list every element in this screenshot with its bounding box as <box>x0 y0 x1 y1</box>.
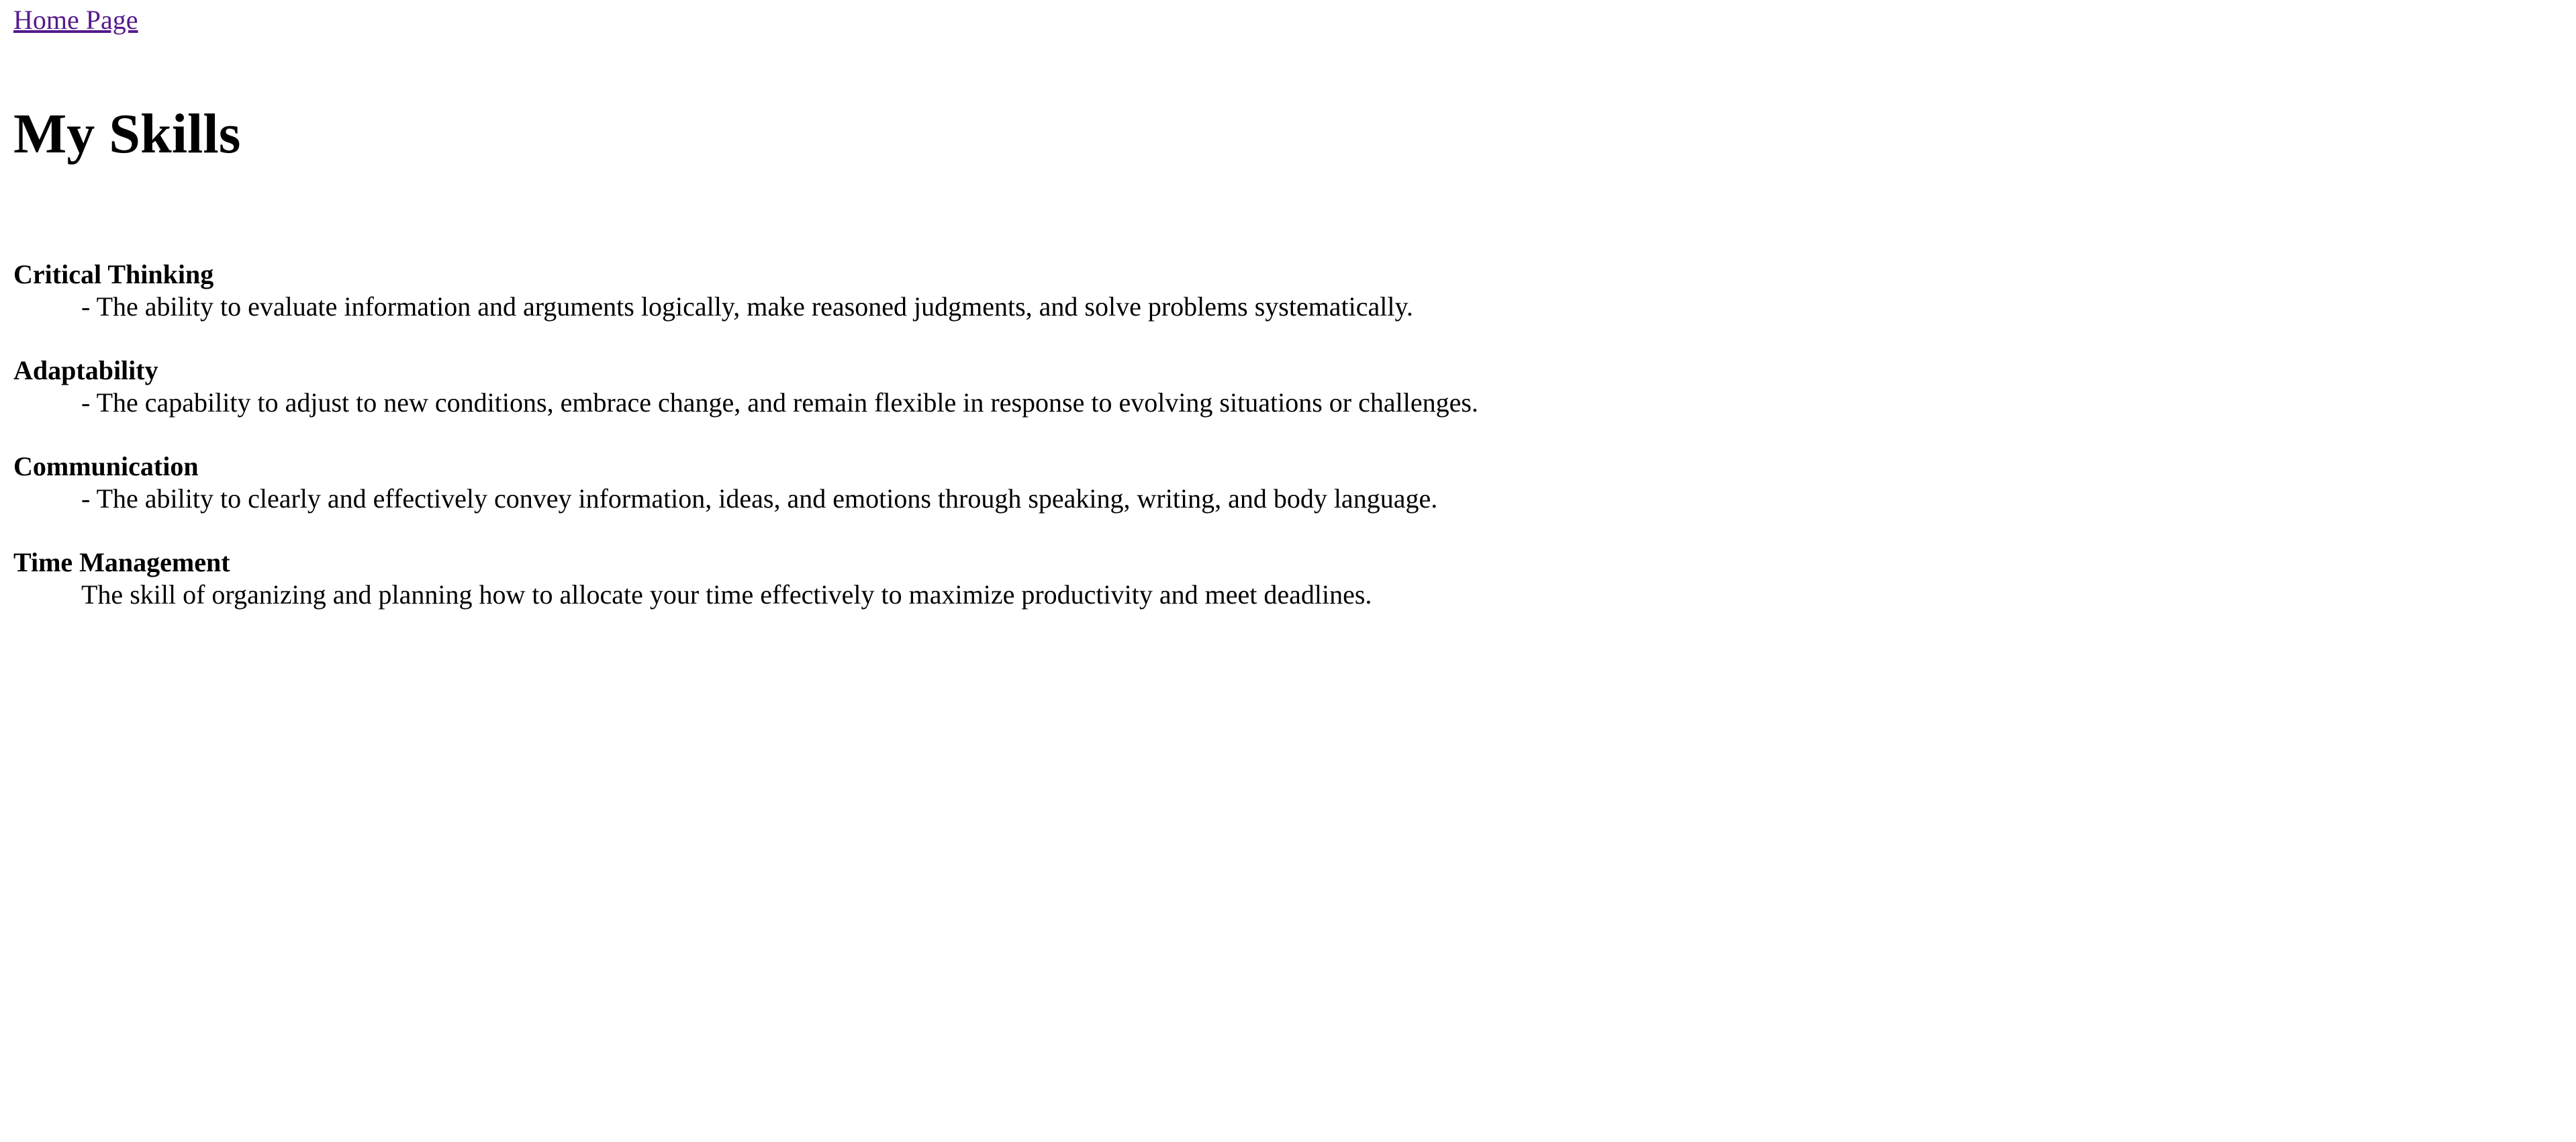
skills-list: Critical Thinking - The ability to evalu… <box>13 258 2563 643</box>
skill-name: Adaptability <box>13 355 158 385</box>
skill-description: The skill of organizing and planning how… <box>81 579 1372 610</box>
skill-name: Time Management <box>13 547 230 577</box>
page-title: My Skills <box>13 103 241 165</box>
page-container: Home Page My Skills Critical Thinking - … <box>13 0 2563 610</box>
skill-item-communication: Communication - The ability to clearly a… <box>13 450 2563 546</box>
skill-item-critical-thinking: Critical Thinking - The ability to evalu… <box>13 258 2563 354</box>
skill-description: - The ability to evaluate information an… <box>81 291 1413 322</box>
skill-description: - The capability to adjust to new condit… <box>81 387 1478 418</box>
home-page-link[interactable]: Home Page <box>13 4 138 36</box>
skill-description: - The ability to clearly and effectively… <box>81 483 1438 514</box>
skill-name: Communication <box>13 451 199 481</box>
skill-item-adaptability: Adaptability - The capability to adjust … <box>13 354 2563 450</box>
skill-item-time-management: Time Management The skill of organizing … <box>13 546 2563 643</box>
skill-name: Critical Thinking <box>13 259 214 289</box>
